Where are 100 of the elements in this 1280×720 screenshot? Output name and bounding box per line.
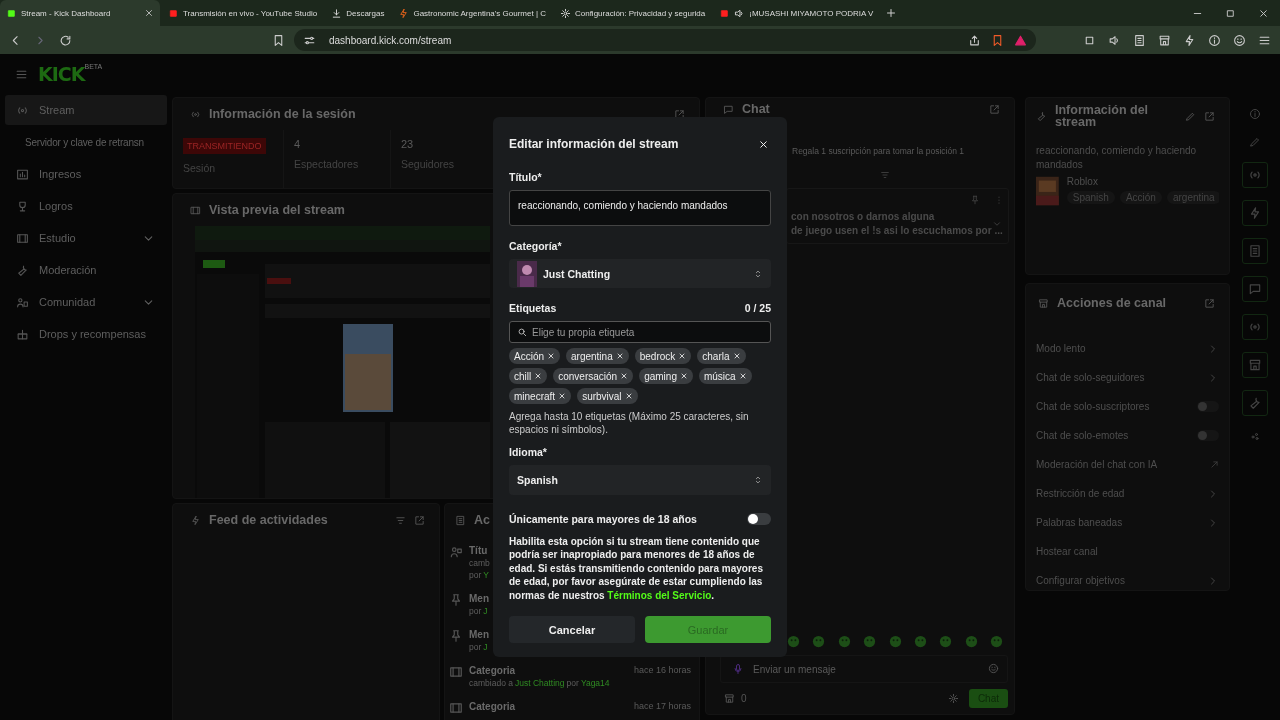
tag-chip[interactable]: chill <box>509 368 548 385</box>
share-icon[interactable] <box>968 33 981 47</box>
pencil-icon[interactable] <box>1185 110 1196 122</box>
remove-icon[interactable] <box>547 352 555 361</box>
username-link[interactable]: Yaga14 <box>580 677 610 688</box>
remove-icon[interactable] <box>624 392 633 401</box>
tag-chip[interactable]: charla <box>697 348 746 365</box>
triangle-icon[interactable] <box>1014 33 1027 47</box>
filter-icon[interactable] <box>395 514 406 526</box>
sidebar-item[interactable]: Ingresos <box>5 159 167 189</box>
extension-icon[interactable] <box>1233 33 1246 47</box>
sidebar-item[interactable]: Drops y recompensas <box>5 319 167 349</box>
chat-icon[interactable] <box>1242 276 1268 302</box>
emoji-icon[interactable] <box>988 663 999 674</box>
expand-icon[interactable] <box>1204 297 1215 309</box>
remove-icon[interactable] <box>678 352 687 361</box>
emote-icon[interactable] <box>989 634 1004 649</box>
close-icon[interactable] <box>1258 7 1269 19</box>
sidebar-item[interactable]: Servidor y clave de retransn <box>5 127 167 157</box>
tag-chip[interactable]: gaming <box>639 368 693 385</box>
reload-icon[interactable] <box>59 33 72 47</box>
browser-tab[interactable]: Gastronomic Argentina's Gourmet | C <box>392 0 552 26</box>
maximize-icon[interactable] <box>1225 7 1236 19</box>
bolt-icon[interactable] <box>1242 200 1268 226</box>
extension-icon[interactable] <box>1158 33 1171 47</box>
tag-chip[interactable]: conversación <box>553 368 634 385</box>
remove-icon[interactable] <box>738 372 747 381</box>
remove-icon[interactable] <box>534 372 543 381</box>
sidebar-item[interactable]: Logros <box>5 191 167 221</box>
remove-icon[interactable] <box>732 352 741 361</box>
channel-action[interactable]: Palabras baneadas <box>1036 517 1123 528</box>
extension-icon[interactable] <box>1108 33 1121 47</box>
info-icon[interactable] <box>1247 106 1263 122</box>
username-link[interactable]: Just Chatting <box>514 677 565 688</box>
emote-icon[interactable] <box>811 634 827 649</box>
sidebar-item[interactable]: Stream <box>5 95 167 125</box>
toggle-switch[interactable] <box>747 512 771 525</box>
channel-action[interactable]: Chat de solo-suscriptores <box>1036 401 1150 412</box>
close-icon[interactable] <box>144 8 154 18</box>
browser-tab[interactable]: Transmisión en vivo - YouTube Studio <box>162 0 324 26</box>
tag-chip[interactable]: surbvival <box>577 388 638 405</box>
extension-icon[interactable] <box>1133 33 1146 47</box>
channel-action[interactable]: Chat de solo-seguidores <box>1036 372 1145 383</box>
chevron-icon[interactable] <box>992 219 1002 229</box>
toggle-switch[interactable] <box>1197 401 1219 412</box>
channel-action[interactable]: Configurar objetivos <box>1036 575 1125 586</box>
category-select[interactable]: Just Chatting <box>509 258 771 289</box>
expand-icon[interactable] <box>1204 110 1215 122</box>
language-select[interactable]: Spanish <box>509 465 771 495</box>
settings-icon[interactable] <box>947 693 959 704</box>
emote-icon[interactable] <box>836 634 852 649</box>
emote-icon[interactable] <box>786 634 801 649</box>
emote-icon[interactable] <box>938 634 954 649</box>
channel-action[interactable]: Hostear canal <box>1036 546 1098 557</box>
browser-tab[interactable]: ¡MUSASHI MIYAMOTO PODRIA V <box>713 0 880 26</box>
title-field[interactable]: reaccionando, comiendo y haciendo mandados <box>509 190 771 226</box>
sidebar-item[interactable]: Estudio <box>5 223 167 253</box>
emote-icon[interactable] <box>862 634 878 649</box>
extension-icon[interactable] <box>1208 33 1221 47</box>
category-name[interactable]: Roblox <box>1066 176 1219 187</box>
store-icon[interactable] <box>1242 352 1268 378</box>
message-field[interactable]: Enviar un mensaje <box>720 655 1008 683</box>
pin-icon[interactable] <box>970 195 980 205</box>
expand-icon[interactable] <box>989 103 1000 115</box>
tag-chip[interactable]: argentina <box>566 348 629 365</box>
wrench-icon[interactable] <box>1242 390 1268 416</box>
channel-action[interactable]: Modo lento <box>1036 343 1086 354</box>
username-link[interactable]: J <box>483 641 488 652</box>
username-link[interactable]: J <box>483 605 488 616</box>
external-link-icon[interactable] <box>1210 460 1219 469</box>
channel-action[interactable]: Restricción de edad <box>1036 488 1125 499</box>
browser-tab[interactable]: Descargas <box>325 0 391 26</box>
remove-icon[interactable] <box>620 372 629 381</box>
address-bar[interactable]: dashboard.kick.com/stream <box>294 29 1036 51</box>
tag-chip[interactable]: Acción <box>509 348 560 365</box>
mic-icon[interactable] <box>732 663 744 675</box>
close-icon[interactable] <box>758 138 769 150</box>
remove-icon[interactable] <box>679 372 688 381</box>
store-icon[interactable] <box>724 693 735 704</box>
remove-icon[interactable] <box>615 352 624 361</box>
tag-chip[interactable]: bedrock <box>634 348 692 365</box>
bookmark-icon[interactable] <box>272 33 285 47</box>
emote-icon[interactable] <box>963 634 979 649</box>
browser-tab[interactable]: Stream - Kick Dashboard <box>0 0 160 26</box>
cancel-button[interactable]: Cancelar <box>509 616 635 643</box>
tag-chip[interactable]: música <box>698 368 752 385</box>
emote-icon[interactable] <box>912 634 928 649</box>
expand-icon[interactable] <box>414 514 425 526</box>
sidebar-item[interactable]: Moderación <box>5 255 167 285</box>
remove-icon[interactable] <box>558 392 567 401</box>
username-link[interactable]: Y <box>483 569 489 580</box>
tag-search-field[interactable]: Elige tu propia etiqueta <box>509 321 771 344</box>
broadcast-icon[interactable] <box>1242 314 1268 340</box>
browser-tab[interactable]: Configuración: Privacidad y segurida <box>553 0 712 26</box>
expand-icon[interactable] <box>674 108 685 120</box>
collapse-icon[interactable] <box>879 170 891 180</box>
sidebar-item[interactable]: Comunidad <box>5 287 167 317</box>
channel-action[interactable]: Chat de solo-emotes <box>1036 430 1129 441</box>
new-tab-icon[interactable] <box>885 7 898 19</box>
document-icon[interactable] <box>1242 238 1268 264</box>
